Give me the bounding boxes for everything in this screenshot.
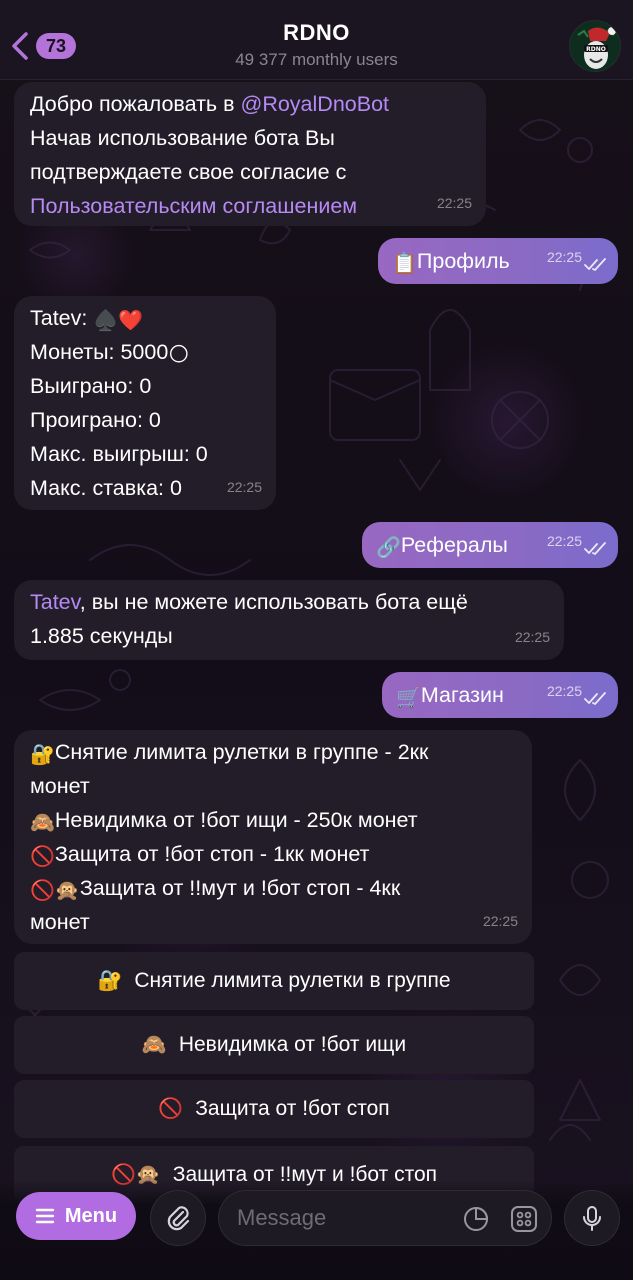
chat-title: RDNO bbox=[283, 20, 350, 45]
attach-button[interactable] bbox=[150, 1190, 206, 1246]
profile-max-bet: Макс. ставка: 0 bbox=[30, 476, 182, 500]
welcome-text: подтверждаете свое согласие с bbox=[30, 160, 347, 184]
keyboard-button-label: Защита от !бот стоп bbox=[195, 1097, 390, 1120]
message-text: Магазин bbox=[420, 683, 504, 707]
profile-lost: Проиграно: 0 bbox=[30, 408, 161, 432]
message-input[interactable]: Message bbox=[218, 1190, 552, 1246]
agreement-link[interactable]: Пользовательским соглашением bbox=[30, 194, 357, 218]
bot-avatar-icon: RDNO bbox=[570, 21, 620, 71]
chat-subtitle: 49 377 monthly users bbox=[235, 50, 398, 69]
profile-won: Выиграно: 0 bbox=[30, 374, 152, 398]
profile-coins: Монеты: 5000 bbox=[30, 340, 169, 364]
prohibited-icon: 🚫 bbox=[30, 846, 55, 868]
welcome-text: Начав использование бота Вы bbox=[30, 126, 335, 150]
prohibited-icon: 🚫 bbox=[158, 1098, 184, 1120]
prohibited-monkey-icon: 🚫🙊 bbox=[30, 880, 80, 902]
clipboard-icon: 📋 bbox=[392, 253, 417, 275]
message-text: , вы не можете использовать бота ещё bbox=[79, 590, 468, 614]
message-welcome: Добро пожаловать в @RoyalDnoBot Начав ис… bbox=[14, 82, 486, 226]
lock-key-icon: 🔐 bbox=[97, 970, 123, 992]
microphone-icon bbox=[583, 1206, 601, 1231]
message-time: 22:25 bbox=[436, 195, 472, 211]
bot-keyboard-icon[interactable] bbox=[509, 1204, 539, 1234]
message-text: Рефералы bbox=[400, 533, 508, 557]
message-cooldown: Tatev, вы не можете использовать бота ещ… bbox=[14, 580, 564, 660]
message-time: 22:25 bbox=[546, 683, 582, 699]
paperclip-icon bbox=[167, 1206, 190, 1231]
bot-mention-link[interactable]: @RoyalDnoBot bbox=[241, 92, 390, 116]
menu-label: Menu bbox=[64, 1204, 118, 1227]
shop-item: Защита от !бот стоп - 1кк монет bbox=[54, 842, 370, 866]
link-icon: 🔗 bbox=[376, 537, 401, 559]
avatar[interactable]: RDNO bbox=[569, 20, 621, 72]
shop-item: монет bbox=[30, 774, 90, 798]
voice-record-button[interactable] bbox=[564, 1190, 620, 1246]
message-placeholder: Message bbox=[237, 1205, 327, 1230]
message-outgoing-referrals: 🔗Рефералы 22:25 bbox=[362, 522, 618, 568]
keyboard-button-label: Снятие лимита рулетки в группе bbox=[134, 969, 451, 992]
message-time: 22:25 bbox=[226, 479, 262, 495]
shop-item: Снятие лимита рулетки в группе - 2кк bbox=[54, 740, 429, 764]
message-shop-list: 🔐Снятие лимита рулетки в группе - 2кк мо… bbox=[14, 730, 532, 944]
keyboard-button-remove-limit[interactable]: 🔐 Снятие лимита рулетки в группе bbox=[14, 952, 534, 1010]
shop-item: монет bbox=[30, 910, 90, 934]
see-no-evil-monkey-icon: 🙈 bbox=[141, 1034, 167, 1056]
cards-icon: ♠️❤️ bbox=[93, 310, 144, 332]
read-ticks-icon bbox=[584, 692, 606, 705]
message-outgoing-shop: 🛒Магазин 22:25 bbox=[382, 672, 618, 718]
cart-icon: 🛒 bbox=[396, 687, 421, 709]
welcome-text: Добро пожаловать в bbox=[30, 92, 241, 116]
keyboard-button-label: Невидимка от !бот ищи bbox=[178, 1033, 407, 1056]
hamburger-icon bbox=[35, 1208, 55, 1224]
menu-button[interactable]: Menu bbox=[16, 1192, 136, 1240]
lock-key-icon: 🔐 bbox=[30, 744, 55, 766]
profile-name: Tatev: bbox=[30, 306, 94, 330]
user-mention-link[interactable]: Tatev bbox=[30, 590, 80, 614]
message-outgoing-profile: 📋Профиль 22:25 bbox=[378, 238, 618, 284]
chat-header: 73 RDNO 49 377 monthly users RDNO bbox=[0, 0, 633, 80]
shop-item: Невидимка от !бот ищи - 250к монет bbox=[54, 808, 418, 832]
message-time: 22:25 bbox=[546, 249, 582, 265]
message-text: Профиль bbox=[416, 249, 510, 273]
see-no-evil-monkey-icon: 🙈 bbox=[30, 812, 55, 834]
message-time: 22:25 bbox=[482, 913, 518, 929]
profile-max-win: Макс. выигрыш: 0 bbox=[30, 442, 208, 466]
keyboard-button-invisible[interactable]: 🙈 Невидимка от !бот ищи bbox=[14, 1016, 534, 1074]
composer-bar: Menu Message bbox=[0, 1180, 633, 1280]
moon-icon: 🌕 bbox=[168, 344, 190, 366]
read-ticks-icon bbox=[584, 258, 606, 271]
message-profile: Tatev: ♠️❤️ Монеты: 5000🌕 Выиграно: 0 Пр… bbox=[14, 296, 276, 510]
message-text: 1.885 секунды bbox=[30, 624, 173, 648]
keyboard-button-stop-protection[interactable]: 🚫 Защита от !бот стоп bbox=[14, 1080, 534, 1138]
sticker-timer-icon[interactable] bbox=[461, 1204, 491, 1234]
chat-title-area[interactable]: RDNO 49 377 monthly users bbox=[0, 20, 633, 70]
avatar-label: RDNO bbox=[586, 46, 606, 53]
read-ticks-icon bbox=[584, 542, 606, 555]
message-time: 22:25 bbox=[514, 629, 550, 645]
message-time: 22:25 bbox=[546, 533, 582, 549]
shop-item: Защита от !!мут и !бот стоп - 4кк bbox=[79, 876, 401, 900]
